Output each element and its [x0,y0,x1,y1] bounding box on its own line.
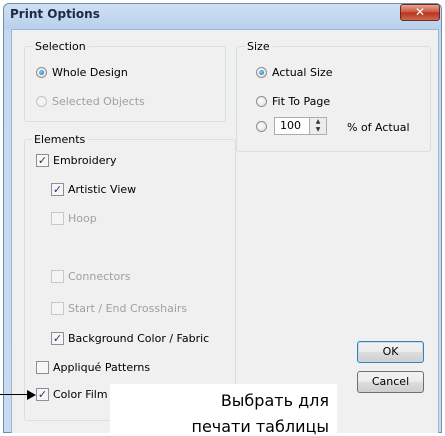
start-end-crosshairs-label: Start / End Crosshairs [68,302,188,315]
spin-up-icon[interactable]: ▲ [310,118,326,126]
percent-spinner[interactable]: ▲ ▼ [310,117,327,135]
checkbox-checked-icon: ✓ [51,332,64,345]
checkbox-unchecked-icon [36,361,49,374]
fit-to-page-label: Fit To Page [272,95,331,108]
embroidery-checkbox[interactable]: ✓ Embroidery [36,154,117,167]
connectors-checkbox[interactable]: Connectors [51,270,130,283]
actual-size-label: Actual Size [272,66,333,79]
callout-line-1: Выбрать для [220,391,329,410]
background-color-fabric-label: Background Color / Fabric [68,332,210,345]
pointer-arrow-icon [27,390,36,400]
whole-design-label: Whole Design [52,66,128,79]
radio-disabled-icon [36,96,47,107]
radio-selected-icon [256,67,267,78]
spin-down-icon[interactable]: ▼ [310,126,326,134]
radio-unselected-icon [256,121,267,132]
embroidery-label: Embroidery [53,154,117,167]
percent-of-actual-label: % of Actual [347,121,410,134]
color-film-checkbox[interactable]: ✓ Color Film [36,388,108,401]
selected-objects-radio[interactable]: Selected Objects [36,95,145,108]
elements-group-label: Elements [32,133,89,146]
checkbox-checked-icon: ✓ [36,154,49,167]
applique-patterns-label: Appliqué Patterns [53,361,151,374]
callout-line-2: печати таблицы [191,417,329,436]
hoop-checkbox[interactable]: Hoop [51,212,97,225]
fit-to-page-radio[interactable]: Fit To Page [256,95,330,108]
cancel-button[interactable]: Cancel [357,371,424,393]
start-end-crosshairs-checkbox[interactable]: Start / End Crosshairs [51,302,187,315]
size-group-label: Size [245,40,273,53]
connectors-label: Connectors [68,270,131,283]
whole-design-radio[interactable]: Whole Design [36,66,128,79]
close-button[interactable]: ✕ [400,4,440,21]
artistic-view-checkbox[interactable]: ✓ Artistic View [51,183,136,196]
checkbox-disabled-icon [51,212,64,225]
dialog-title: Print Options [10,7,100,21]
color-film-label: Color Film [53,388,108,401]
checkbox-disabled-icon [51,270,64,283]
radio-selected-icon [36,67,47,78]
annotation-callout: Выбрать для печати таблицы [110,384,337,436]
background-color-fabric-checkbox[interactable]: ✓ Background Color / Fabric [51,332,209,345]
hoop-label: Hoop [68,212,97,225]
percent-of-actual-radio[interactable] [256,121,272,132]
radio-unselected-icon [256,96,267,107]
selected-objects-label: Selected Objects [52,95,145,108]
selection-group [24,46,226,122]
selection-group-label: Selection [33,40,89,53]
actual-size-radio[interactable]: Actual Size [256,66,333,79]
checkbox-disabled-icon [51,302,64,315]
pointer-arrow-line [0,394,30,395]
applique-patterns-checkbox[interactable]: Appliqué Patterns [36,361,150,374]
checkbox-checked-icon: ✓ [51,183,64,196]
percent-input[interactable]: 100 [274,117,310,135]
artistic-view-label: Artistic View [68,183,137,196]
ok-button[interactable]: OK [357,341,424,363]
checkbox-checked-icon: ✓ [36,388,49,401]
